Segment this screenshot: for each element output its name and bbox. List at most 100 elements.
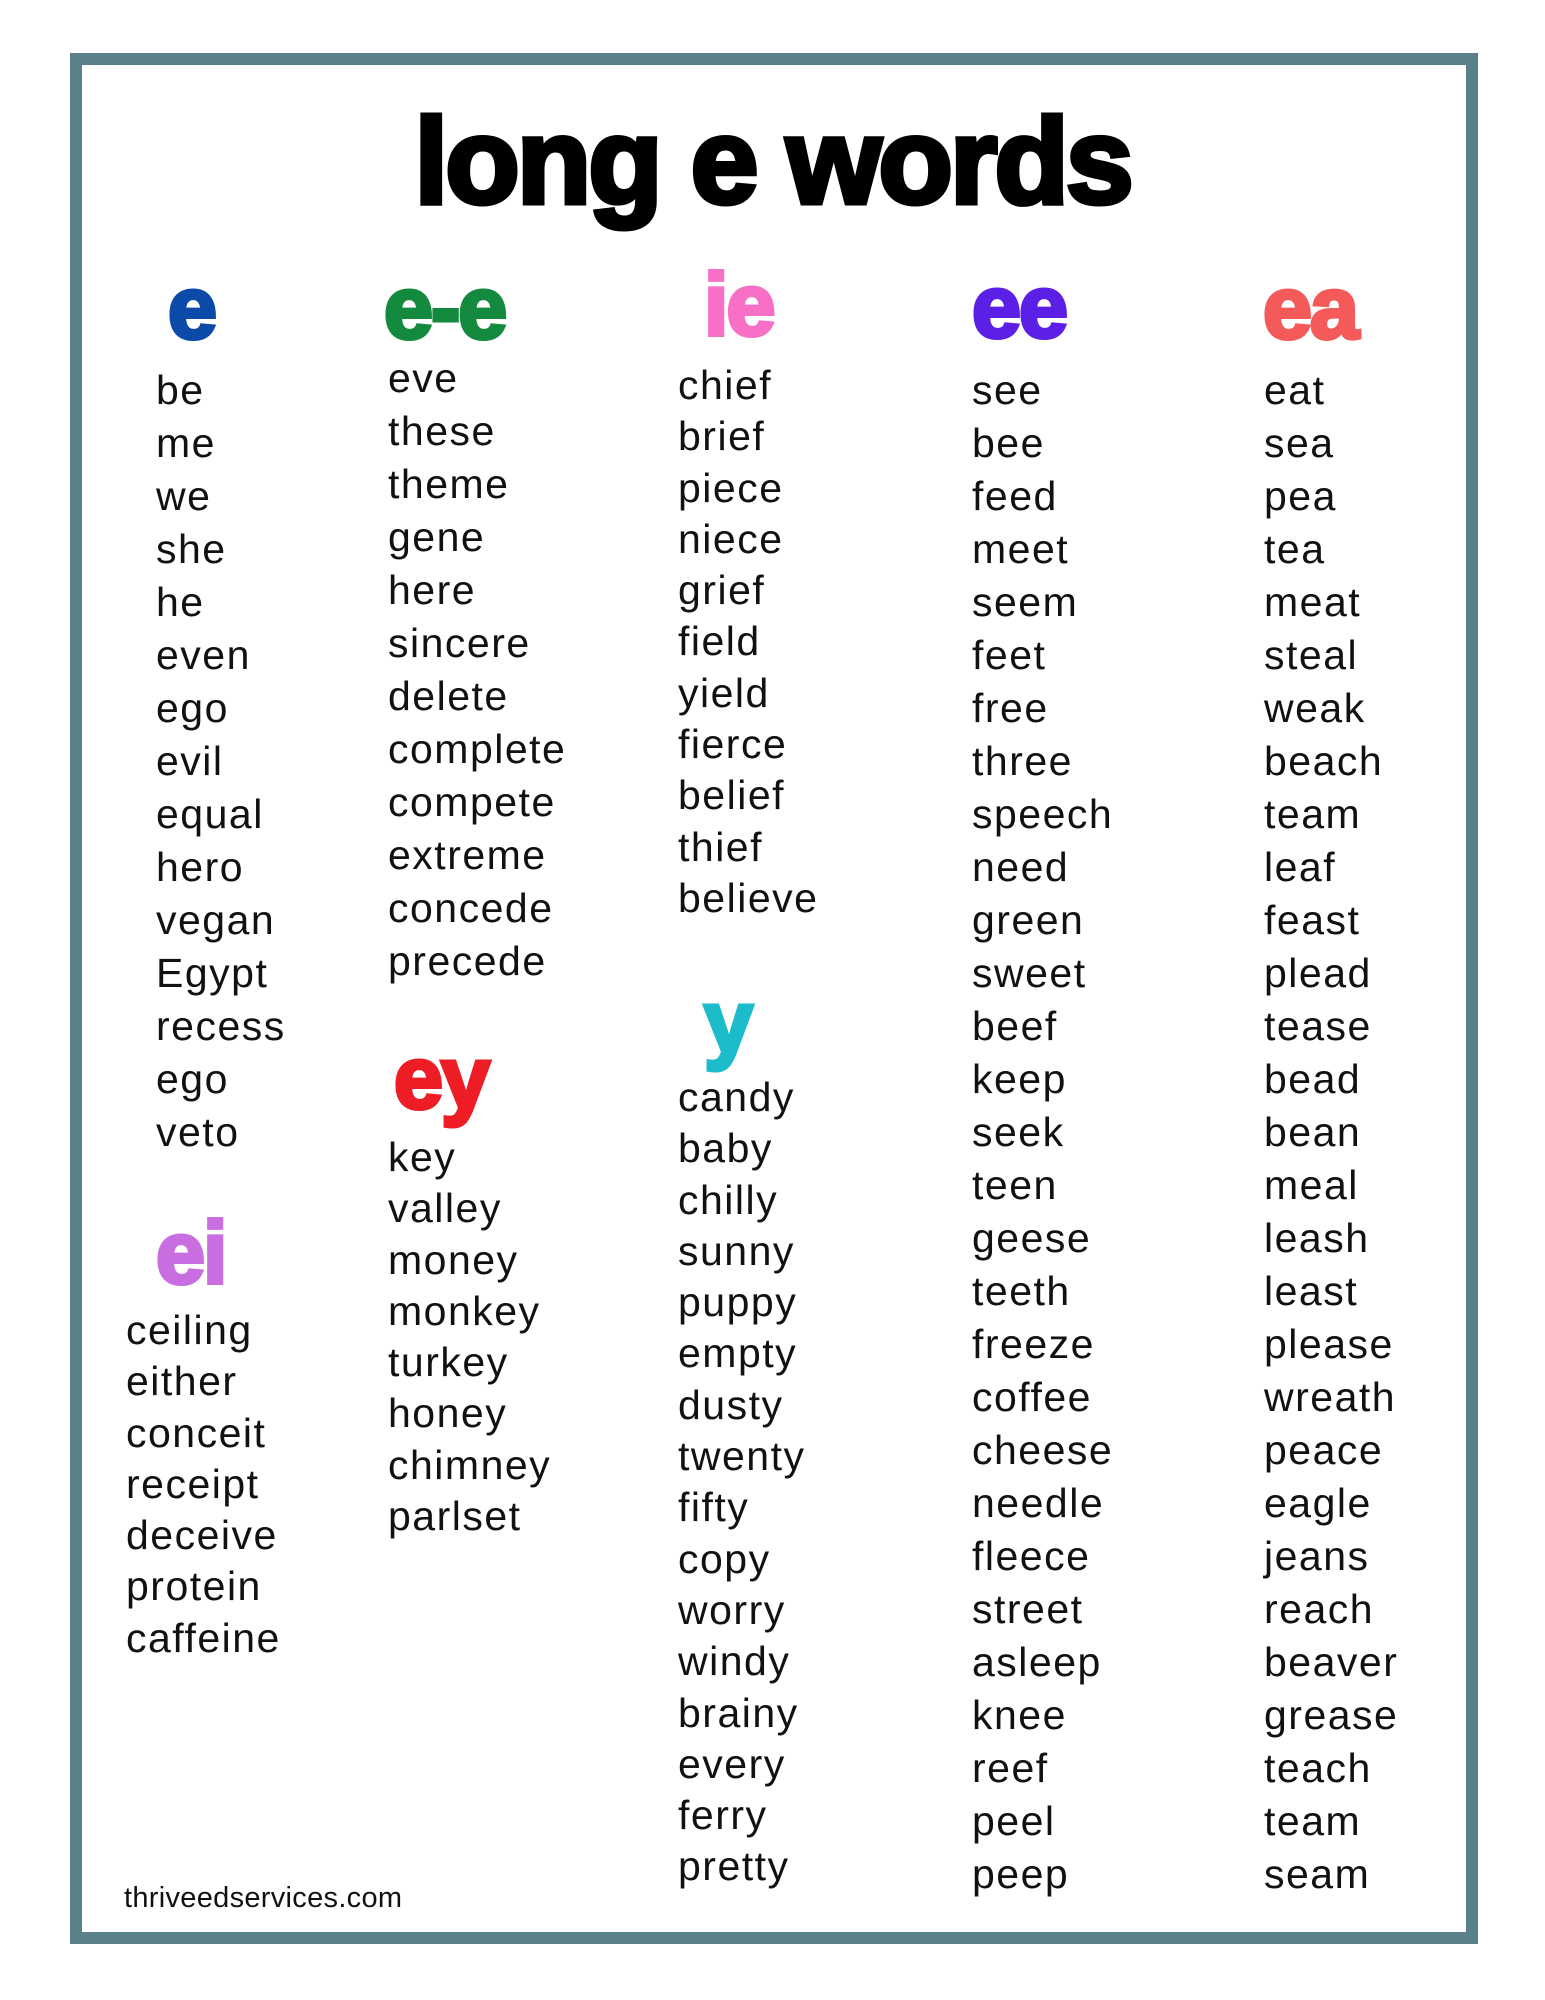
word-item: recess	[156, 1003, 286, 1049]
word-item: bee	[972, 420, 1045, 466]
word-item: compete	[388, 779, 556, 825]
word-item: grief	[678, 567, 766, 614]
word-item: veto	[156, 1109, 240, 1155]
word-list-ee: see bee feed meet seem feet free three speech nee…	[972, 364, 1113, 1901]
word-item: knee	[972, 1692, 1067, 1738]
word-item: tea	[1264, 526, 1326, 572]
word-item: bean	[1264, 1109, 1362, 1155]
word-item: valley	[388, 1185, 502, 1232]
word-item: hero	[156, 844, 245, 890]
word-item: keep	[972, 1056, 1067, 1102]
word-item: least	[1264, 1268, 1359, 1314]
word-item: weak	[1264, 685, 1366, 731]
word-item: beach	[1264, 738, 1384, 784]
word-item: every	[678, 1740, 786, 1787]
word-item: ego	[156, 685, 229, 731]
word-item: sunny	[678, 1227, 795, 1274]
word-item: tease	[1264, 1003, 1372, 1049]
word-item: feet	[972, 632, 1047, 678]
word-item: here	[388, 567, 477, 613]
word-item: field	[678, 618, 761, 665]
word-list-ei: ceiling either conceit receipt deceive protei…	[126, 1305, 281, 1664]
word-item: speech	[972, 791, 1114, 837]
word-item: dusty	[678, 1381, 784, 1428]
word-item: thief	[678, 823, 763, 870]
word-item: reef	[972, 1745, 1049, 1791]
word-item: meal	[1264, 1162, 1359, 1208]
word-item: empty	[678, 1330, 798, 1377]
word-item: coffee	[972, 1374, 1092, 1420]
word-item: evil	[156, 738, 224, 784]
word-item: bead	[1264, 1056, 1362, 1102]
section-header-ey: ey	[392, 1028, 492, 1127]
word-item: seam	[1264, 1851, 1371, 1897]
word-item: free	[972, 685, 1049, 731]
word-item: monkey	[388, 1287, 541, 1334]
section-header-ee: ee	[970, 257, 1070, 356]
word-item: sweet	[972, 950, 1087, 996]
word-item: ferry	[678, 1792, 768, 1839]
word-item: windy	[678, 1638, 791, 1685]
word-item: chilly	[678, 1176, 779, 1223]
word-item: three	[972, 738, 1073, 784]
word-item: vegan	[156, 897, 276, 943]
word-item: ceiling	[126, 1307, 253, 1353]
word-list-e: be me we she he even ego evil equal hero vegan Egyp…	[156, 364, 286, 1159]
word-item: teach	[1264, 1745, 1372, 1791]
word-item: complete	[388, 726, 567, 772]
word-item: teen	[972, 1162, 1058, 1208]
word-item: puppy	[678, 1279, 798, 1326]
word-item: yield	[678, 669, 770, 716]
word-item: seem	[972, 579, 1079, 625]
word-item: beef	[972, 1003, 1058, 1049]
word-item: twenty	[678, 1433, 806, 1480]
word-item: needle	[972, 1480, 1105, 1526]
word-item: green	[972, 897, 1085, 943]
word-item: candy	[678, 1074, 795, 1120]
section-header-e-e: e-e	[382, 258, 509, 357]
word-item: meet	[972, 526, 1070, 572]
word-item: feed	[972, 473, 1058, 519]
word-item: receipt	[126, 1460, 260, 1507]
word-item: deceive	[126, 1512, 278, 1559]
word-item: fleece	[972, 1533, 1091, 1579]
word-list-ea: eat sea pea tea meat steal weak beach team leaf fe…	[1264, 364, 1398, 1901]
word-item: either	[126, 1358, 238, 1405]
word-item: chief	[678, 362, 773, 408]
section-header-e: e	[166, 258, 219, 357]
word-item: plead	[1264, 950, 1372, 996]
word-item: eve	[388, 355, 459, 401]
section-header-y: y	[702, 972, 755, 1071]
word-item: cheese	[972, 1427, 1114, 1473]
word-item: believe	[678, 874, 819, 921]
word-item: ego	[156, 1056, 229, 1102]
word-item: peace	[1264, 1427, 1384, 1473]
section-header-ie: ie	[702, 255, 777, 354]
word-item: eagle	[1264, 1480, 1372, 1526]
word-item: he	[156, 579, 205, 625]
word-item: honey	[388, 1390, 508, 1437]
word-item: leaf	[1264, 844, 1337, 890]
word-item: piece	[678, 464, 784, 511]
word-item: teeth	[972, 1268, 1071, 1314]
word-item: conceit	[126, 1409, 267, 1456]
word-item: grease	[1264, 1692, 1399, 1738]
word-item: need	[972, 844, 1070, 890]
word-item: chimney	[388, 1441, 552, 1488]
word-item: niece	[678, 515, 784, 562]
word-item: peep	[972, 1851, 1070, 1897]
word-list-ie: chief brief piece niece grief field yield fierc…	[678, 360, 818, 924]
word-item: gene	[388, 514, 486, 560]
word-item: team	[1264, 1798, 1362, 1844]
word-item: peel	[972, 1798, 1056, 1844]
word-item: concede	[388, 885, 554, 931]
word-item: precede	[388, 938, 547, 984]
word-item: meat	[1264, 579, 1362, 625]
word-item: these	[388, 408, 496, 454]
word-item: brainy	[678, 1689, 799, 1736]
word-item: be	[156, 367, 205, 413]
word-item: parlset	[388, 1493, 522, 1540]
word-item: reach	[1264, 1586, 1375, 1632]
word-list-y: candy baby chilly sunny puppy empty dusty twent…	[678, 1072, 806, 1893]
word-item: delete	[388, 673, 509, 719]
